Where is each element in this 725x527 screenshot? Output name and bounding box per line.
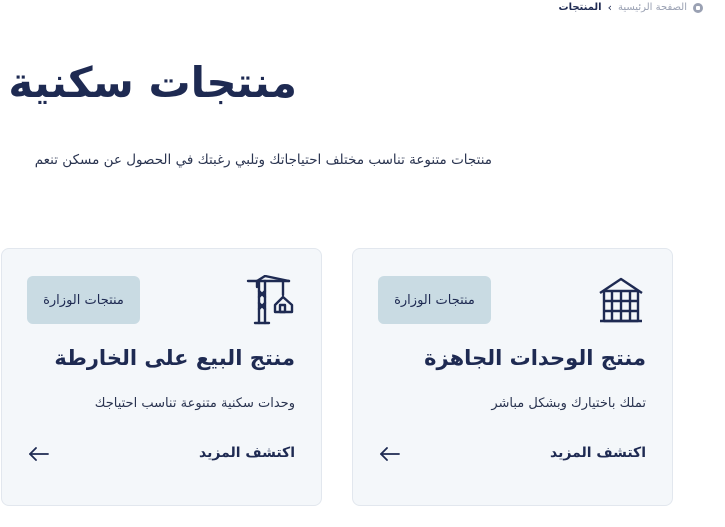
page-title: منتجات سكنية: [8, 58, 297, 107]
card-title: منتج الوحدات الجاهزة: [424, 346, 646, 370]
discover-more-link[interactable]: اكتشف المزيد: [550, 445, 646, 461]
card-text: وحدات سكنية متنوعة تناسب احتياجك: [94, 396, 295, 411]
building-icon: [599, 277, 643, 323]
breadcrumb-current: المنتجات: [558, 2, 602, 13]
breadcrumb: الصفحة الرئيسية › المنتجات: [559, 1, 703, 14]
breadcrumb-home[interactable]: الصفحة الرئيسية: [618, 2, 687, 13]
breadcrumb-separator: ›: [607, 1, 612, 14]
card-badge: منتجات الوزارة: [378, 276, 491, 324]
crane-icon: [246, 275, 294, 325]
page-description-container: منتجات متنوعة تناسب مختلف احتياجاتك وتلب…: [0, 140, 492, 180]
arrow-left-icon[interactable]: [28, 447, 50, 461]
product-card-off-plan[interactable]: منتجات الوزارة منتج البيع على الخارطة وح…: [1, 248, 322, 506]
arrow-left-icon[interactable]: [379, 447, 401, 461]
page-description: منتجات متنوعة تناسب مختلف احتياجاتك وتلب…: [34, 152, 492, 168]
card-text: تملك باختيارك وبشكل مباشر: [491, 396, 646, 411]
discover-more-link[interactable]: اكتشف المزيد: [199, 445, 295, 461]
home-icon[interactable]: [693, 2, 703, 13]
card-badge: منتجات الوزارة: [27, 276, 140, 324]
card-title: منتج البيع على الخارطة: [54, 346, 295, 370]
product-card-ready-units[interactable]: منتجات الوزارة منتج الوحدات الجاهزة تملك…: [352, 248, 673, 506]
